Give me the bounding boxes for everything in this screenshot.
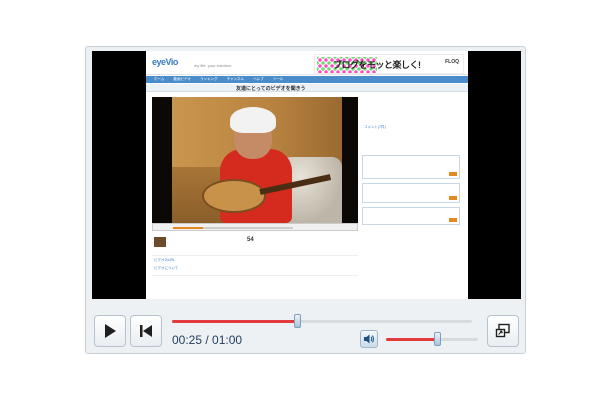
- video-frame-webpage: eyeVio my life. your emotion. ブログをモッと楽しく…: [146, 51, 468, 299]
- speaker-icon: [364, 334, 374, 344]
- frame-site-nav: ホーム 動画ビデオ ランキング チャンネル ヘルプ ツール: [146, 76, 468, 83]
- volume-handle[interactable]: [433, 332, 441, 346]
- frame-comment-header: コメント(7件): [364, 125, 386, 129]
- fullscreen-icon: [495, 323, 510, 338]
- frame-nav-item: 動画ビデオ: [173, 77, 192, 81]
- frame-comment-box: [362, 183, 460, 203]
- frame-video-meta: 54 ビデオのURL ビデオについて: [152, 235, 358, 295]
- frame-comment-box: [362, 207, 460, 225]
- time-display: 00:25 / 01:00: [172, 333, 243, 347]
- frame-meta-url-label: ビデオのURL: [154, 258, 176, 262]
- banner-text: ブログをモッと楽しく!: [333, 60, 421, 70]
- previous-button[interactable]: [130, 315, 162, 347]
- frame-nav-item: ランキング: [200, 77, 218, 81]
- frame-site-header: eyeVio my life. your emotion. ブログをモッと楽しく…: [146, 51, 468, 75]
- frame-site-logo: eyeVio: [152, 57, 178, 67]
- banner-brand: FLOQ: [445, 59, 459, 65]
- guitar: [202, 179, 266, 213]
- frame-subheader-title: 友達にとってのビデオを聞きう: [236, 86, 306, 92]
- seek-progress: [172, 320, 297, 323]
- seek-handle[interactable]: [294, 314, 301, 328]
- frame-nav-item: チャンネル: [226, 77, 245, 81]
- skip-back-icon: [140, 325, 152, 337]
- frame-nav-item: ホーム: [154, 77, 165, 81]
- guitarist-scene: [172, 97, 342, 223]
- fullscreen-button[interactable]: [487, 315, 519, 347]
- play-icon: [105, 324, 116, 338]
- frame-inner-video: [152, 97, 358, 223]
- volume-level: [386, 338, 437, 341]
- control-bar: 00:25 / 01:00: [86, 305, 527, 353]
- frame-user-thumb: [154, 237, 166, 247]
- mute-button[interactable]: [360, 330, 378, 348]
- play-button[interactable]: [94, 315, 126, 347]
- volume-slider[interactable]: [386, 332, 478, 346]
- frame-inner-controls: [152, 223, 358, 231]
- frame-subheader: 友達にとってのビデオを聞きう: [146, 84, 468, 92]
- video-screen[interactable]: eyeVio my life. your emotion. ブログをモッと楽しく…: [92, 51, 521, 299]
- seek-slider[interactable]: [172, 314, 472, 328]
- frame-banner-ad: ブログをモッと楽しく! FLOQ: [314, 54, 464, 74]
- frame-sidebar: コメント(7件): [362, 95, 462, 265]
- frame-site-tagline: my life. your emotion.: [194, 63, 233, 68]
- frame-nav-item: ツール: [272, 77, 284, 81]
- frame-view-count: 54: [247, 237, 254, 243]
- video-player: eyeVio my life. your emotion. ブログをモッと楽しく…: [85, 46, 526, 354]
- white-cap: [230, 107, 276, 133]
- frame-meta-about-label: ビデオについて: [154, 266, 179, 270]
- frame-comment-box: [362, 155, 460, 179]
- frame-nav-item: ヘルプ: [253, 77, 264, 81]
